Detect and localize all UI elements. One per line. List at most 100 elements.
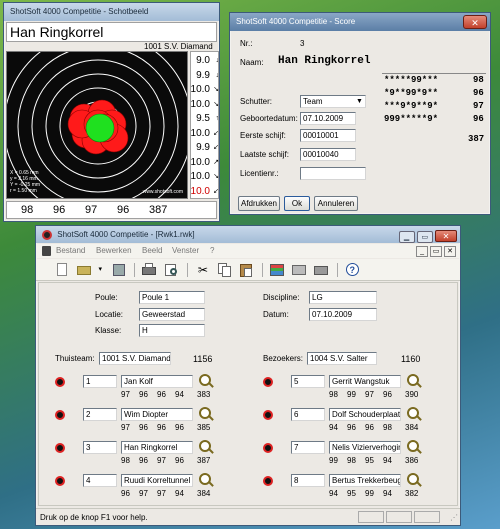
list-view-icon[interactable] (291, 262, 309, 278)
resize-grip-icon[interactable]: ⋰ (450, 513, 458, 522)
eerste-label: Eerste schijf: (240, 131, 286, 140)
nr-label: Nr.: (240, 39, 253, 48)
print-icon[interactable] (141, 262, 159, 278)
mdi-minimize-icon[interactable]: _ (416, 246, 429, 257)
table-view-icon[interactable] (269, 262, 287, 278)
shooter-nr-field[interactable]: 2 (83, 408, 117, 421)
shooter-nr-field[interactable]: 4 (83, 474, 117, 487)
shooter-name-field[interactable]: Jan Kolf (121, 375, 193, 388)
target-select-icon[interactable] (263, 377, 273, 387)
score-line-total: 98 (473, 75, 484, 85)
shooter-name: Dolf Schouderplaat (332, 410, 401, 419)
series-total-sum: 387 (149, 204, 168, 216)
eerste-field[interactable]: 00010001 (300, 129, 356, 142)
shooter-nr-field[interactable]: 7 (291, 441, 325, 454)
menu-bewerken[interactable]: Bewerken (96, 244, 132, 258)
schutter-select-value: Team (303, 97, 323, 106)
status-panel (358, 511, 384, 523)
target-select-icon[interactable] (55, 443, 65, 453)
menu-help[interactable]: ? (210, 244, 214, 258)
target-select-icon[interactable] (55, 377, 65, 387)
target-select-icon[interactable] (263, 443, 273, 453)
ok-button[interactable]: Ok (284, 196, 310, 211)
paste-icon[interactable] (238, 262, 256, 278)
maximize-icon[interactable]: ▭ (416, 231, 433, 243)
series-score: 97 (121, 423, 130, 432)
shooter-nr: 5 (294, 377, 299, 386)
shooter-name-field[interactable]: Han Ringkorrel (121, 441, 193, 454)
geboorte-field[interactable]: 07.10.2009 (300, 112, 356, 125)
copy-icon[interactable] (216, 262, 234, 278)
target-window-titlebar[interactable]: ShotSoft 4000 Competitie - Schotbeeld (4, 3, 219, 21)
shooter-nr-field[interactable]: 1 (83, 375, 117, 388)
mdi-close-icon[interactable]: ✕ (444, 246, 456, 257)
open-folder-icon[interactable] (76, 262, 94, 278)
target-select-icon[interactable] (263, 476, 273, 486)
shooter-nr-field[interactable]: 5 (291, 375, 325, 388)
main-window-titlebar[interactable]: ShotSoft 4000 Competitie - [Rwk1.rwk] ▁ … (36, 226, 460, 243)
shooter-name-field[interactable]: Ruudi Korreltunnel (121, 474, 193, 487)
series-total-4: 96 (117, 204, 130, 216)
minimize-icon[interactable]: ▁ (398, 231, 415, 243)
shooter-name-field[interactable]: Bertus Trekkerbeugel (329, 474, 401, 487)
series-score: 96 (175, 423, 184, 432)
score-line-total: 96 (473, 88, 484, 98)
shot-score: 10.0 (190, 171, 210, 182)
toolbar-separator (186, 262, 190, 278)
shooter-name-field[interactable]: Wim Diopter (121, 408, 193, 421)
shooter-name-field[interactable]: Nelis Vizierverhoging (329, 441, 401, 454)
shooter-total: 386 (405, 456, 419, 465)
shooter-row: 2 Wim Diopter 97 96 96 96 385 (39, 407, 249, 440)
toolbar-separator (261, 262, 265, 278)
shooter-total: 382 (405, 489, 419, 498)
shooter-name: Ruudi Korreltunnel (124, 476, 191, 485)
menu-venster[interactable]: Venster (172, 244, 199, 258)
shot-direction-icon: ↙ (213, 129, 219, 137)
shot-row: 9.0 ↓ (191, 54, 220, 68)
shooter-nr-field[interactable]: 6 (291, 408, 325, 421)
target-select-icon[interactable] (55, 476, 65, 486)
score-line: 999*****9* (384, 114, 438, 124)
licentie-field[interactable] (300, 167, 366, 180)
laatste-value: 00010040 (303, 150, 339, 159)
chevron-down-icon[interactable]: ▼ (354, 96, 365, 107)
shooter-name-field[interactable]: Dolf Schouderplaat (329, 408, 401, 421)
geboorte-value: 07.10.2009 (303, 114, 344, 123)
laatste-field[interactable]: 00010040 (300, 148, 356, 161)
shot-row: 9.9 ↙ (191, 141, 220, 155)
score-window-titlebar[interactable]: ShotSoft 4000 Competitie - Score ✕ (230, 13, 490, 31)
target-select-icon[interactable] (263, 410, 273, 420)
target-stats: X = 0.65 mm y = 2.16 mm Y = -0.25 mm r =… (10, 170, 40, 194)
shooter-nr-field[interactable]: 8 (291, 474, 325, 487)
series-score: 97 (365, 390, 374, 399)
print-button[interactable]: Afdrukken (238, 196, 280, 211)
series-score: 94 (383, 456, 392, 465)
shooter-row: 8 Bertus Trekkerbeugel 94 95 99 94 382 (247, 473, 457, 506)
cancel-button[interactable]: Annuleren (314, 196, 358, 211)
cut-icon[interactable]: ✂ (194, 262, 212, 278)
menu-beeld[interactable]: Beeld (142, 244, 162, 258)
close-icon[interactable]: ✕ (435, 230, 457, 242)
close-icon[interactable]: ✕ (463, 15, 487, 29)
series-score: 99 (347, 390, 356, 399)
shooter-nr-field[interactable]: 3 (83, 441, 117, 454)
status-bar: Druk op de knop F1 voor help. ⋰ (36, 508, 460, 525)
search-icon-handle (416, 382, 422, 388)
mdi-restore-icon[interactable]: ▭ (430, 246, 443, 257)
schutter-select[interactable]: Team ▼ (300, 95, 366, 108)
toolbar: ▾ ✂ ? (36, 259, 460, 281)
help-icon[interactable]: ? (344, 262, 362, 278)
shooter-name-field[interactable]: Gerrit Wangstuk (329, 375, 401, 388)
away-shooter-list: 5 Gerrit Wangstuk 98 99 97 96 390 6 Dolf Schoude… (247, 283, 459, 507)
menu-bestand[interactable]: Bestand (56, 244, 85, 258)
new-file-icon[interactable] (54, 262, 72, 278)
series-score: 97 (121, 390, 130, 399)
shooter-row: 4 Ruudi Korreltunnel 96 97 97 94 384 (39, 473, 249, 506)
target-select-icon[interactable] (55, 410, 65, 420)
score-line-total: 96 (473, 114, 484, 124)
dropdown-arrow-icon[interactable]: ▾ (98, 262, 106, 278)
save-icon[interactable] (111, 262, 129, 278)
print-preview-icon[interactable] (163, 262, 181, 278)
series-score: 95 (347, 489, 356, 498)
folder-view-icon[interactable] (313, 262, 331, 278)
